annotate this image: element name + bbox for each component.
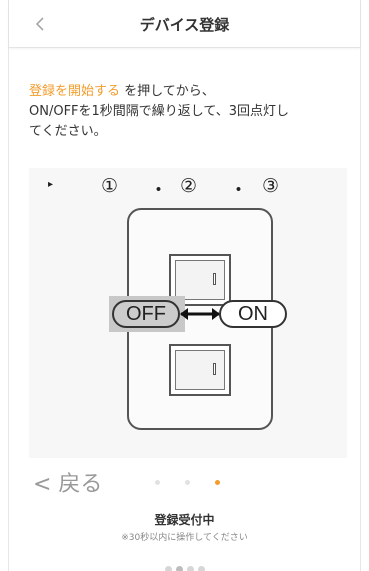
indicator-light [213,363,216,375]
off-label: OFF [112,300,180,328]
app-frame: デバイス登録 登録を開始する を押してから、 ON/OFFを1秒間隔で繰り返して… [8,0,361,571]
instruction-text: 登録を開始する を押してから、 ON/OFFを1秒間隔で繰り返して、3回点灯し … [29,82,349,142]
instruction-line2: ON/OFFを1秒間隔で繰り返して、3回点灯し [29,104,290,119]
play-icon: ▸ [48,179,54,190]
switch-illustration: ▸ ① ・ ② ・ ③ OFF ON [29,168,347,458]
back-button[interactable]: < 戻る [33,466,102,498]
page-dot [155,480,160,485]
step-1: ① [101,175,119,197]
instruction-line1: を押してから、 [120,84,215,99]
loader-dot [186,566,194,571]
switch-rocker-bottom [169,344,231,396]
step-separator: ・ [229,179,249,201]
instruction-line3: てください。 [29,124,107,139]
loader-dot [197,566,205,571]
indicator-light [213,273,216,285]
page-title: デバイス登録 [139,16,230,34]
status-title: 登録受付中 [154,513,215,527]
loader-dot [164,566,172,571]
double-arrow-icon [180,308,220,320]
on-label: ON [219,300,287,328]
step-2: ② [180,175,198,197]
page-dot [215,480,220,485]
status-note: ※30秒以内に操作してください [121,533,248,543]
navigation-row: < 戻る [9,460,360,500]
start-registration-link[interactable]: 登録を開始する [29,84,120,99]
loader-dot [175,566,183,571]
step-separator: ・ [149,179,169,201]
loading-indicator [9,558,360,571]
step-indicator: ▸ ① ・ ② ・ ③ [29,175,347,201]
page-dot [185,480,190,485]
step-3: ③ [262,175,280,197]
header: デバイス登録 [9,0,360,48]
